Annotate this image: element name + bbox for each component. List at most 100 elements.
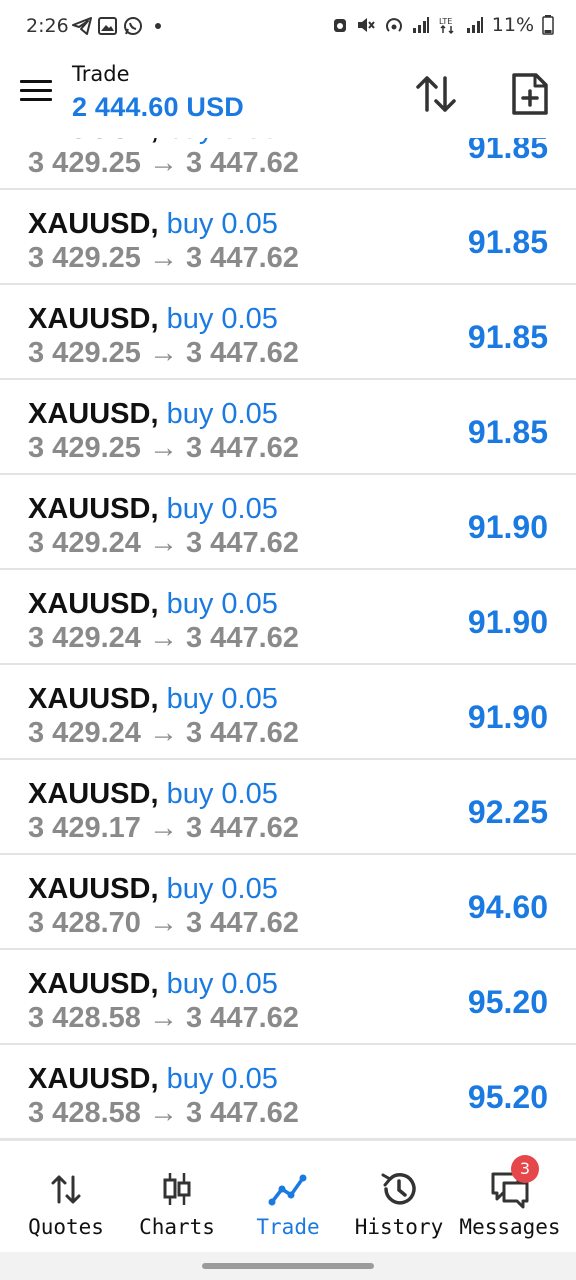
status-right-icons: LTE 11% [332, 14, 554, 36]
trade-direction-volume: buy 0.05 [159, 138, 278, 145]
trade-row[interactable]: XAUUSD, buy 0.053 429.25 → 3 447.62 91.85 [0, 190, 576, 285]
trade-prices: 3 429.24 → 3 447.62 [28, 622, 299, 654]
dot-icon [155, 23, 161, 29]
trade-direction-volume: buy 0.05 [158, 588, 278, 620]
trade-symbol: XAUUSD, [28, 588, 159, 620]
nav-quotes[interactable]: Quotes [11, 1141, 121, 1253]
trade-direction-volume: buy 0.05 [158, 1063, 278, 1095]
nav-trade[interactable]: Trade [233, 1141, 343, 1253]
trade-profit: 92.25 [467, 794, 548, 830]
trade-row[interactable]: XAUUSD, buy 0.05 3 428.58 → 3 447.62 95.20 [0, 1045, 576, 1140]
trade-title: XAUUSD, buy 0.05 [28, 208, 278, 241]
trade-profit: 95.20 [467, 1079, 548, 1115]
trade-prices: 3 429.25 → 3 447.62 [28, 432, 299, 464]
trade-symbol: XAUUSD, [28, 873, 159, 905]
trade-profit: 91.90 [467, 604, 548, 640]
trade-direction-volume: buy 0.05 [158, 968, 278, 1000]
trade-title: XAUUSD, buy 0.05 [28, 493, 278, 526]
trade-prices: 3 428.70 → 3 447.62 [28, 907, 299, 939]
trade-symbol: XAUUSD, [28, 683, 159, 715]
hotspot-icon [385, 18, 402, 32]
trade-symbol: XAUUSD, [28, 208, 159, 240]
account-balance: 2 444.60 USD [72, 92, 245, 122]
status-time: 2:26 [26, 15, 69, 37]
trade-profit: 91.90 [467, 699, 548, 735]
trade-row[interactable]: XAUUSD, buy 0.05 3 429.17 → 3 447.62 92.25 [0, 760, 576, 855]
signal-icon [466, 17, 483, 33]
trade-direction-volume: buy 0.05 [158, 683, 278, 715]
trade-prices: 3 428.58 → 3 447.62 [28, 1097, 299, 1129]
trade-title: XAUUSD, buy 0.05 [28, 873, 278, 906]
status-left-icons [72, 16, 163, 36]
menu-bar [20, 89, 52, 92]
trade-prices: 3 429.25 → 3 447.62 [28, 242, 299, 274]
trade-row[interactable]: XAUUSD, buy 0.05 3 429.24 → 3 447.62 91.90 [0, 665, 576, 760]
new-order-button[interactable] [510, 72, 550, 116]
trade-direction-volume: buy 0.05 [158, 873, 278, 905]
trade-row[interactable]: XAUUSD, buy 0.05 3 429.24 → 3 447.62 91.90 [0, 475, 576, 570]
trade-title: XAUUSD, buy 0.05 [28, 968, 278, 1001]
trade-title: XAUUSD, buy 0.05 [28, 778, 278, 811]
trade-direction-volume: buy 0.05 [158, 208, 278, 240]
battery-percent: 11% [491, 14, 534, 36]
home-indicator[interactable] [202, 1263, 374, 1269]
trade-profit: 91.90 [467, 509, 548, 545]
trade-symbol: XAUUSD, [28, 778, 159, 810]
messages-badge: 3 [511, 1155, 539, 1183]
trade-row[interactable]: XAUUSD, buy 0.05 3 429.24 → 3 447.62 91.90 [0, 570, 576, 665]
trade-row[interactable]: XAUUSD, buy 0.053 429.25 → 3 447.6291.85 [0, 380, 576, 475]
trade-prices: 3 429.24 → 3 447.62 [28, 527, 299, 559]
nav-messages[interactable]: 3 Messages [455, 1141, 565, 1253]
nav-label: Messages [459, 1215, 561, 1239]
quotes-arrows-icon [51, 1175, 81, 1204]
nav-history[interactable]: History [344, 1141, 454, 1253]
trade-prices: 3 429.24 → 3 447.62 [28, 717, 299, 749]
trade-prices: 3 429.25 → 3 447.62 [28, 147, 299, 179]
nav-label: Quotes [28, 1215, 104, 1239]
hamburger-menu-button[interactable] [20, 80, 52, 104]
trade-prices: 3 429.17 → 3 447.62 [28, 812, 299, 844]
trade-symbol: XAUUSD, [28, 398, 159, 430]
nav-label: Trade [256, 1215, 320, 1239]
trade-symbol: XAUUSD, [28, 138, 159, 145]
trade-direction-volume: buy 0.05 [158, 398, 278, 430]
trade-symbol: XAUUSD, [28, 493, 159, 525]
trade-title: XAUUSD, buy 0.05 [28, 138, 278, 146]
trade-title: XAUUSD, buy 0.05 [28, 588, 278, 621]
trade-direction-volume: buy 0.05 [158, 778, 278, 810]
trade-row[interactable]: XAUUSD, buy 0.053 429.25 → 3 447.6291.85 [0, 285, 576, 380]
whatsapp-icon [124, 17, 142, 35]
status-bar: 2:26 LTE 11% [0, 0, 576, 52]
svg-text:LTE: LTE [439, 17, 452, 26]
new-document-icon [512, 73, 548, 115]
menu-bar [20, 98, 52, 101]
trade-symbol: XAUUSD, [28, 968, 159, 1000]
trade-profit: 95.20 [467, 984, 548, 1020]
signal-icon [412, 17, 429, 33]
trade-list[interactable]: XAUUSD, buy 0.053 429.25 → 3 447.6291.85… [0, 138, 576, 1140]
trade-direction-volume: buy 0.05 [158, 493, 278, 525]
telegram-icon [72, 17, 92, 35]
trade-line-icon [268, 1174, 307, 1206]
battery-icon [542, 15, 554, 35]
trade-profit: 91.85 [467, 224, 548, 260]
page-title: Trade [72, 62, 130, 86]
gesture-bar [0, 1252, 576, 1280]
gallery-icon [98, 17, 117, 35]
trade-symbol: XAUUSD, [28, 1063, 159, 1095]
trade-row[interactable]: XAUUSD, buy 0.05 3 428.70 → 3 447.62 94.60 [0, 855, 576, 950]
lte-icon: LTE [439, 17, 454, 35]
trade-profit: 91.85 [467, 138, 548, 165]
sort-button[interactable] [414, 74, 458, 114]
nav-label: Charts [139, 1215, 215, 1239]
nav-charts[interactable]: Charts [122, 1141, 232, 1253]
trade-title: XAUUSD, buy 0.05 [28, 303, 278, 336]
menu-bar [20, 80, 52, 83]
mute-icon [357, 18, 375, 32]
trade-row[interactable]: XAUUSD, buy 0.053 429.25 → 3 447.6291.85 [0, 138, 576, 190]
alarm-icon [333, 19, 346, 32]
trade-title: XAUUSD, buy 0.05 [28, 683, 278, 716]
candlestick-icon [163, 1173, 191, 1205]
trade-profit: 91.85 [467, 319, 548, 355]
trade-row[interactable]: XAUUSD, buy 0.05 3 428.58 → 3 447.62 95.20 [0, 950, 576, 1045]
